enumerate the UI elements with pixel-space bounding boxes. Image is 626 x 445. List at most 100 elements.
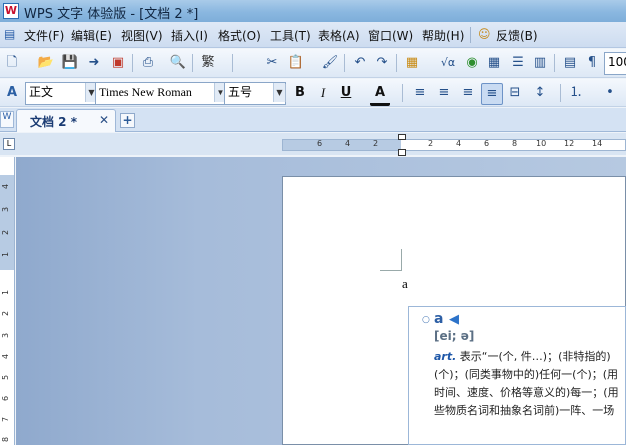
toolbar-separator xyxy=(396,54,397,72)
horizontal-ruler[interactable]: 6 4 2 2 4 6 8 10 12 14 xyxy=(282,134,626,156)
dictionary-phonetic: [ei; ə] xyxy=(434,329,475,343)
doc-tab-icon[interactable]: W xyxy=(0,111,14,128)
document-map-icon[interactable]: ▤ xyxy=(560,53,580,73)
print-preview-icon[interactable]: 🔍 xyxy=(168,53,188,73)
align-center-icon[interactable]: ≡ xyxy=(434,83,454,103)
columns-icon[interactable]: ☰ xyxy=(508,53,528,73)
dictionary-popup[interactable]: ○ a ◀ [ei; ə] art. 表示“一(个, 件…)；(非特指的) (个… xyxy=(408,306,626,445)
paste-icon[interactable]: 📋 xyxy=(286,53,306,73)
ruler-tick: 10 xyxy=(536,139,547,148)
distribute-icon[interactable]: ⊟ xyxy=(505,83,525,103)
ruler-tick: 12 xyxy=(564,139,575,148)
export-pdf-icon[interactable]: ▣ xyxy=(108,53,128,73)
standard-toolbar: 🗋 📂 💾 ➜ ▣ ⎙ 🔍 繁 ✂ 📋 🖌 ↶ ↷ ▦ √α ◉ ▦ ☰ ▥ ▤… xyxy=(0,49,626,78)
toolbar-separator xyxy=(132,54,133,72)
indent-marker-top[interactable] xyxy=(398,134,406,140)
ruler-tick: 14 xyxy=(592,139,603,148)
ruler-tick: 2 xyxy=(1,229,11,236)
ruler-tick: 2 xyxy=(1,310,11,317)
toolbar-separator xyxy=(232,54,233,72)
toolbar-separator xyxy=(285,84,286,102)
underline-button[interactable]: U xyxy=(336,83,356,103)
ruler-tick: 3 xyxy=(1,206,11,213)
cut-icon[interactable]: ✂ xyxy=(262,53,282,73)
traditional-chinese-button[interactable]: 繁 xyxy=(198,53,218,73)
ruler-tick: 4 xyxy=(1,183,11,190)
zoom-combo[interactable]: 100 xyxy=(604,52,626,75)
wps-app-icon[interactable]: W xyxy=(3,3,19,19)
font-color-button[interactable]: A xyxy=(370,83,390,106)
formula-button[interactable]: √α xyxy=(438,53,458,73)
vertical-ruler[interactable]: 4 3 2 1 1 2 3 4 5 6 7 8 xyxy=(0,157,15,445)
redo-icon[interactable]: ↷ xyxy=(372,53,392,73)
styles-icon[interactable]: A xyxy=(2,83,22,103)
toolbar-separator xyxy=(192,54,193,72)
chevron-down-icon[interactable]: ▼ xyxy=(273,83,285,102)
font-combo[interactable]: Times New Roman ▼ xyxy=(95,82,227,105)
menu-help[interactable]: 帮助(H) xyxy=(422,27,464,44)
tab-document-2[interactable]: 文档 2 * ✕ xyxy=(16,109,116,132)
menu-format[interactable]: 格式(O) xyxy=(218,27,261,44)
ruler-tick: 6 xyxy=(317,139,323,148)
definition-line: 些物质名词和抽象名词前)一阵、一场 xyxy=(434,404,615,417)
definition-text: 表示“一(个, 件…)；(非特指的) xyxy=(459,350,611,363)
line-spacing-icon[interactable]: ↕ xyxy=(530,83,550,103)
ruler-tick: 5 xyxy=(1,374,11,381)
menu-file[interactable]: 文件(F) xyxy=(24,27,64,44)
menu-tools[interactable]: 工具(T) xyxy=(270,27,311,44)
numbering-icon[interactable]: ⒈ xyxy=(566,83,586,103)
align-right-icon[interactable]: ≡ xyxy=(458,83,478,103)
font-size-combo[interactable]: 五号 ▼ xyxy=(224,82,286,105)
title-bar: W WPS 文字 体验版 - [文档 2 *] xyxy=(0,0,626,22)
document-tab-bar: W 文档 2 * ✕ + xyxy=(0,108,626,132)
definition-line: 时间、速度、价格等意义的)每一；(用 xyxy=(434,386,619,399)
tab-label: 文档 2 * xyxy=(30,115,77,129)
menu-feedback[interactable]: 反馈(B) xyxy=(496,27,538,44)
justify-icon[interactable]: ≡ xyxy=(481,83,503,105)
menu-table[interactable]: 表格(A) xyxy=(318,27,360,44)
show-marks-icon[interactable]: ¶ xyxy=(582,53,602,73)
open-folder-icon[interactable]: 📂 xyxy=(36,53,56,73)
bold-button[interactable]: B xyxy=(290,83,310,103)
bullets-icon[interactable]: • xyxy=(600,83,620,103)
print-icon[interactable]: ⎙ xyxy=(138,53,158,73)
document-body-text[interactable]: a xyxy=(402,276,408,292)
ruler-tick: 4 xyxy=(1,353,11,360)
ruler-tick: 1 xyxy=(1,289,11,296)
align-left-icon[interactable]: ≡ xyxy=(410,83,430,103)
indent-marker-bottom[interactable] xyxy=(398,149,406,156)
window-title: WPS 文字 体验版 - [文档 2 *] xyxy=(24,7,199,22)
chart-icon[interactable]: ▥ xyxy=(530,53,550,73)
font-value: Times New Roman xyxy=(99,85,192,99)
ruler-tick: 7 xyxy=(1,416,11,423)
format-painter-icon[interactable]: 🖌 xyxy=(320,53,340,73)
ruler-tick: 3 xyxy=(1,332,11,339)
menu-insert[interactable]: 插入(I) xyxy=(171,27,208,44)
menu-edit[interactable]: 编辑(E) xyxy=(71,27,112,44)
close-icon[interactable]: ✕ xyxy=(99,113,109,127)
new-document-icon[interactable]: 🗋 xyxy=(2,53,22,73)
tab-stop-selector[interactable]: L xyxy=(3,138,15,150)
menu-window[interactable]: 窗口(W) xyxy=(368,27,413,44)
undo-icon[interactable]: ↶ xyxy=(350,53,370,73)
send-mail-icon[interactable]: ➜ xyxy=(84,53,104,73)
toolbar-separator xyxy=(402,84,403,102)
italic-button[interactable]: I xyxy=(313,83,333,103)
ruler-tick: 2 xyxy=(428,139,434,148)
calculator-icon[interactable]: ▦ xyxy=(402,53,422,73)
save-icon[interactable]: 💾 xyxy=(60,53,80,73)
speaker-icon[interactable]: ◀ xyxy=(449,312,459,327)
definition-line: art. 表示“一(个, 件…)；(非特指的) xyxy=(434,348,611,364)
style-combo[interactable]: 正文 ▼ xyxy=(25,82,98,105)
menu-view[interactable]: 视图(V) xyxy=(121,27,163,44)
insert-table-icon[interactable]: ▦ xyxy=(484,53,504,73)
menu-doc-icon[interactable]: ▤ xyxy=(4,27,15,41)
feedback-icon[interactable]: ☺ xyxy=(478,27,491,41)
menu-bar: ▤ 文件(F) 编辑(E) 视图(V) 插入(I) 格式(O) 工具(T) 表格… xyxy=(0,22,626,48)
ruler-margin xyxy=(283,140,401,150)
insert-picture-icon[interactable]: ◉ xyxy=(462,53,482,73)
ruler-tick: 2 xyxy=(373,139,379,148)
new-tab-button[interactable]: + xyxy=(120,113,135,128)
dictionary-word: a xyxy=(434,311,444,327)
formatting-toolbar: A 正文 ▼ Times New Roman ▼ 五号 ▼ B I U A ≡ … xyxy=(0,79,626,107)
